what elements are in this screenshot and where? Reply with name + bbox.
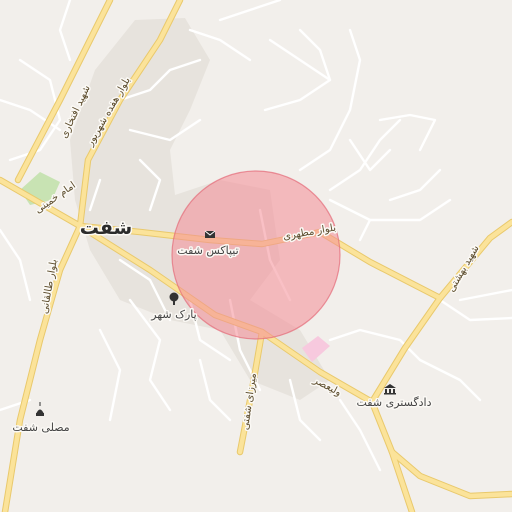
poi-park-label: پارک شهر: [150, 308, 196, 321]
poi-court-label: دادگستری شفت: [357, 396, 432, 409]
poi-mosalla-label: مصلی شفت: [12, 421, 69, 434]
poi-tipax-label: تیپاکس شفت: [177, 244, 238, 257]
map-canvas[interactable]: بلوار مطهری امام خمینی بلوار طالقانی بلو…: [0, 0, 512, 512]
city-label: شفت: [80, 217, 132, 239]
mail-icon: [204, 230, 216, 238]
